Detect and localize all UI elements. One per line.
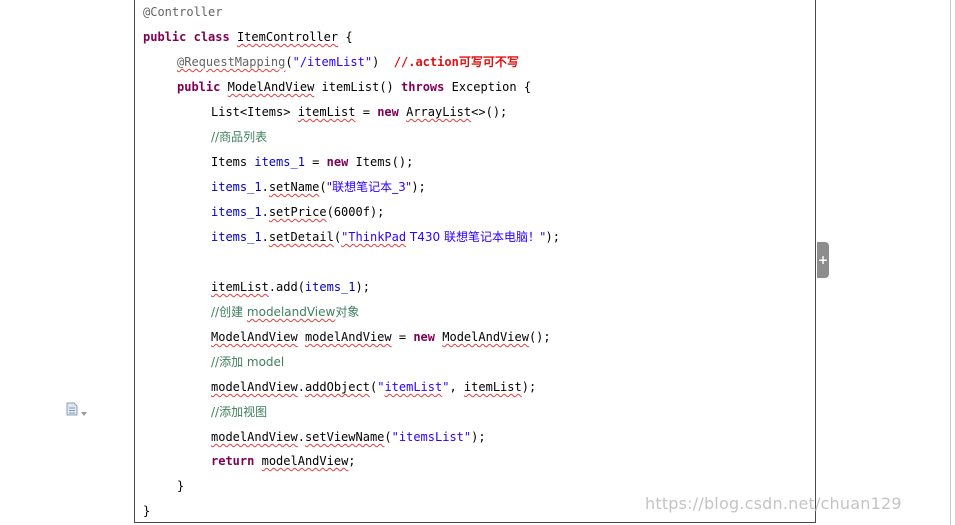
code-line: public class ItemController { bbox=[143, 30, 353, 44]
document-menu[interactable] bbox=[66, 402, 94, 418]
expand-icon: + bbox=[817, 253, 829, 267]
code-page: @Controller public class ItemController … bbox=[134, 0, 816, 523]
keyword: public bbox=[143, 30, 187, 44]
annotation: @RequestMapping bbox=[177, 55, 286, 69]
code-comment: //添加视图 bbox=[211, 405, 268, 419]
page-divider bbox=[950, 0, 951, 525]
code-line: items_1.setName("联想笔记本_3"); bbox=[211, 180, 426, 194]
code-line: ModelAndView modelAndView = new ModelAnd… bbox=[211, 330, 551, 344]
code-comment: //添加 model bbox=[211, 355, 285, 369]
code-line: itemList.add(items_1); bbox=[211, 280, 370, 294]
red-note-cn: 可写可不写 bbox=[458, 55, 519, 69]
method-name: itemList bbox=[321, 80, 380, 94]
watermark: https://blog.csdn.net/chuan129 bbox=[645, 494, 902, 513]
code-comment: //创建 modelandView对象 bbox=[211, 305, 360, 319]
closing-brace: } bbox=[177, 479, 185, 493]
code-line: public ModelAndView itemList() throws Ex… bbox=[177, 80, 532, 94]
code-line: @Controller bbox=[143, 2, 222, 22]
code-line: List<Items> itemList = new ArrayList<>()… bbox=[211, 105, 508, 119]
code-line: modelAndView.setViewName("itemsList"); bbox=[211, 430, 486, 444]
red-note: //.action bbox=[393, 55, 459, 69]
code-line: modelAndView.addObject("itemList", itemL… bbox=[211, 380, 537, 394]
code-line: @RequestMapping("/itemList") //.action可写… bbox=[177, 55, 519, 69]
code-line: Items items_1 = new Items(); bbox=[211, 155, 414, 169]
closing-brace: } bbox=[143, 504, 151, 518]
dropdown-arrow-icon bbox=[81, 401, 87, 420]
document-icon bbox=[66, 401, 78, 420]
keyword: class bbox=[193, 30, 230, 44]
code-line: return modelAndView; bbox=[211, 454, 356, 468]
code-line: items_1.setDetail("ThinkPad T430 联想笔记本电脑… bbox=[211, 230, 560, 244]
string-literal: "/itemList" bbox=[292, 55, 373, 69]
side-expand-tab[interactable]: + bbox=[817, 242, 829, 278]
code-line: items_1.setPrice(6000f); bbox=[211, 205, 385, 219]
class-name: ItemController bbox=[236, 30, 339, 44]
annotation: @Controller bbox=[143, 5, 223, 19]
code-comment: //商品列表 bbox=[211, 130, 268, 144]
